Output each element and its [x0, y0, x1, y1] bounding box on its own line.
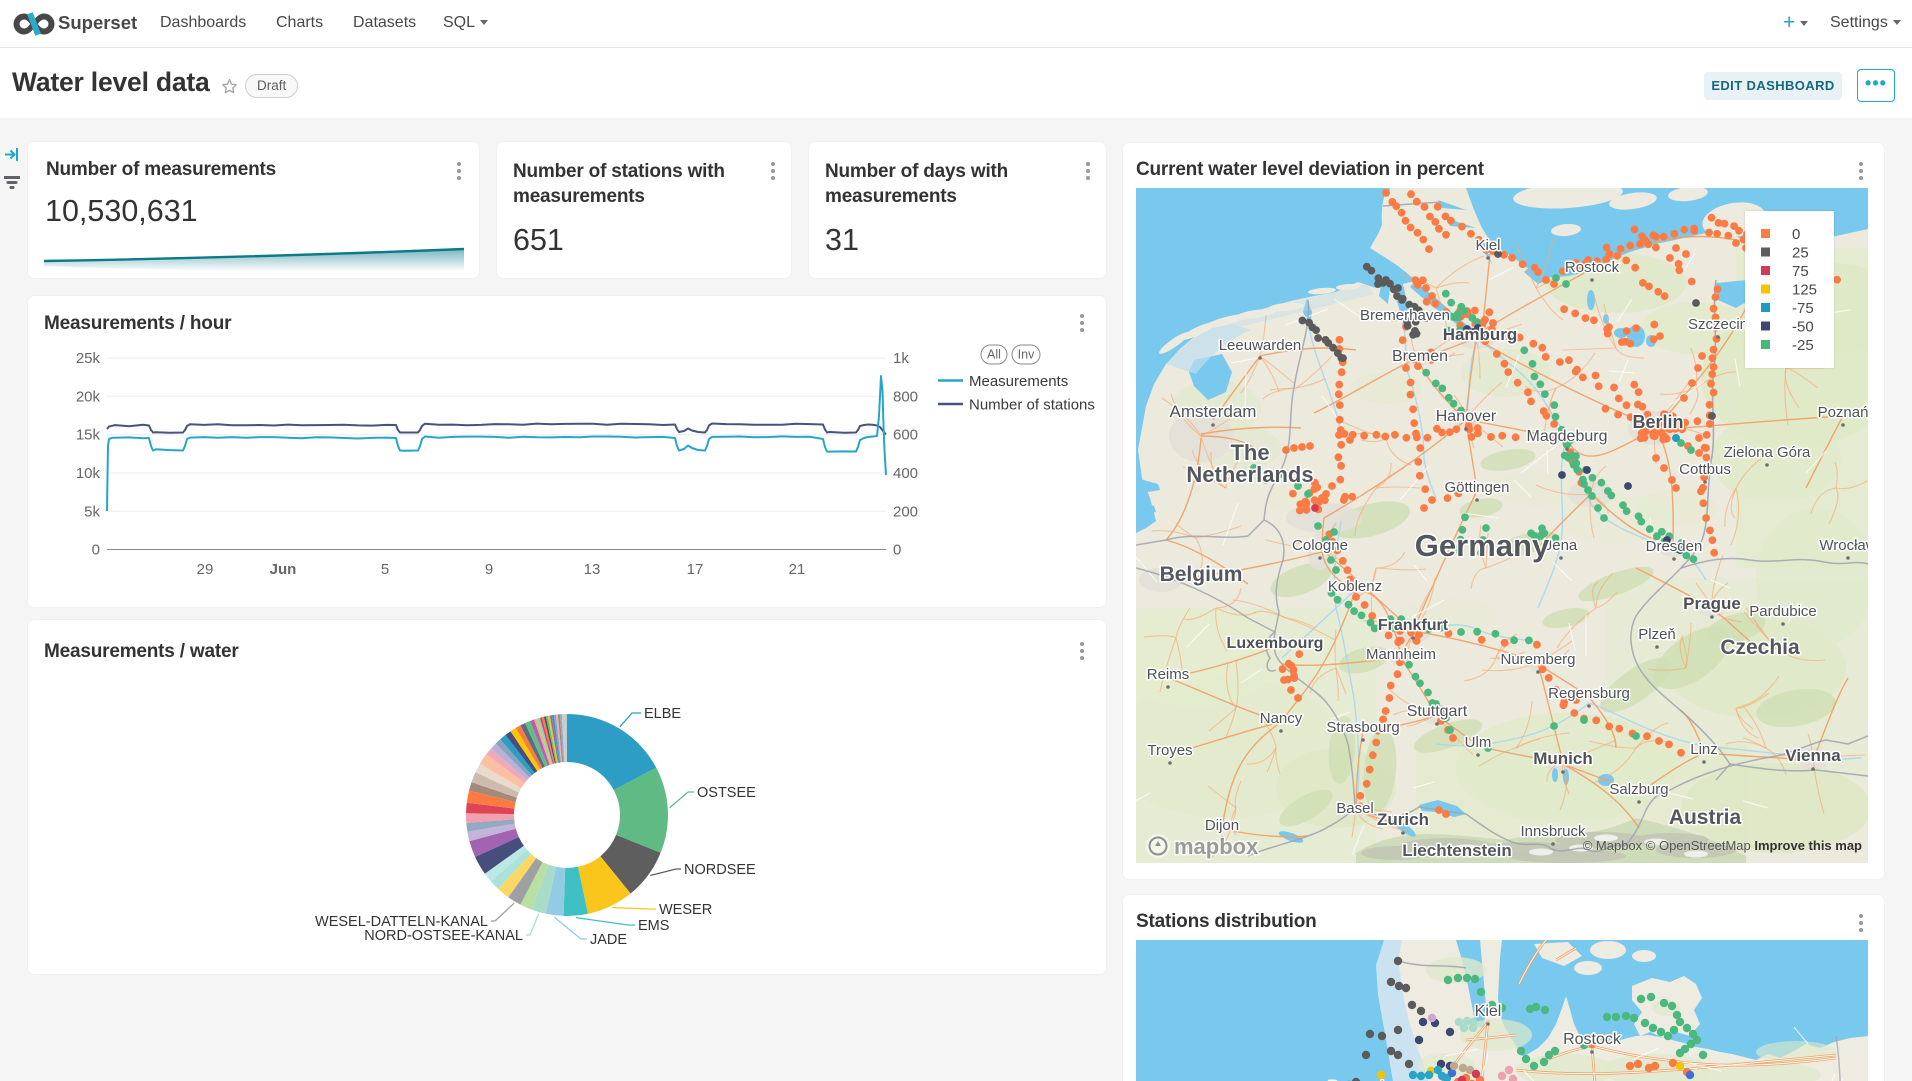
- svg-text:Basel: Basel: [1336, 800, 1374, 817]
- svg-text:Plzeň: Plzeň: [1638, 626, 1676, 643]
- svg-text:Magdeburg: Magdeburg: [1527, 428, 1608, 445]
- svg-text:NORDSEE: NORDSEE: [684, 862, 756, 878]
- svg-text:Jun: Jun: [270, 561, 297, 578]
- svg-text:600: 600: [893, 427, 918, 444]
- svg-text:Linz: Linz: [1690, 741, 1718, 758]
- svg-text:Stuttgart: Stuttgart: [1407, 703, 1468, 720]
- svg-text:WESER: WESER: [659, 902, 712, 918]
- svg-text:Cottbus: Cottbus: [1679, 461, 1731, 478]
- svg-text:Innsbruck: Innsbruck: [1520, 823, 1586, 840]
- svg-text:Bremerhaven: Bremerhaven: [1360, 307, 1450, 324]
- svg-text:Prague: Prague: [1683, 594, 1741, 613]
- svg-text:Nuremberg: Nuremberg: [1500, 651, 1575, 668]
- svg-text:125: 125: [1792, 282, 1817, 299]
- svg-text:JADE: JADE: [590, 932, 627, 948]
- svg-text:Berlin: Berlin: [1632, 412, 1683, 432]
- svg-text:1k: 1k: [893, 350, 909, 367]
- svg-text:Measurements: Measurements: [969, 373, 1068, 390]
- svg-text:0: 0: [893, 542, 901, 559]
- svg-text:Cologne: Cologne: [1292, 537, 1348, 554]
- svg-text:Frankfurt: Frankfurt: [1378, 617, 1449, 634]
- svg-text:Dresden: Dresden: [1646, 538, 1703, 555]
- svg-text:Poznań: Poznań: [1818, 404, 1868, 421]
- svg-text:75: 75: [1792, 263, 1809, 280]
- svg-text:5k: 5k: [84, 503, 100, 520]
- svg-text:ELBE: ELBE: [644, 706, 681, 722]
- svg-text:Luxembourg: Luxembourg: [1227, 635, 1324, 652]
- svg-text:Rostock: Rostock: [1563, 1031, 1622, 1048]
- svg-text:Rostock: Rostock: [1565, 259, 1620, 276]
- svg-text:25k: 25k: [76, 350, 101, 367]
- svg-text:400: 400: [893, 465, 918, 482]
- svg-text:Strasbourg: Strasbourg: [1326, 719, 1399, 736]
- svg-text:Kiel: Kiel: [1475, 237, 1500, 254]
- svg-text:Zielona Góra: Zielona Góra: [1724, 444, 1811, 461]
- svg-text:Göttingen: Göttingen: [1444, 479, 1509, 496]
- svg-text:20k: 20k: [76, 388, 101, 405]
- svg-text:Nancy: Nancy: [1260, 710, 1303, 727]
- svg-text:Number of stations: Number of stations: [969, 397, 1095, 414]
- svg-text:Jena: Jena: [1545, 537, 1578, 554]
- svg-text:29: 29: [197, 561, 214, 578]
- svg-text:All: All: [987, 348, 1001, 362]
- svg-text:5: 5: [381, 561, 389, 578]
- svg-text:21: 21: [789, 561, 806, 578]
- svg-text:Amsterdam: Amsterdam: [1170, 402, 1257, 421]
- svg-text:Wrocław: Wrocław: [1819, 537, 1868, 554]
- svg-text:Salzburg: Salzburg: [1609, 781, 1668, 798]
- svg-text:Netherlands: Netherlands: [1186, 462, 1313, 487]
- svg-text:Liechtenstein: Liechtenstein: [1402, 841, 1512, 860]
- svg-text:Koblenz: Koblenz: [1328, 578, 1382, 595]
- svg-text:Vienna: Vienna: [1785, 746, 1841, 765]
- svg-text:OSTSEE: OSTSEE: [697, 785, 756, 801]
- svg-text:Bremen: Bremen: [1392, 348, 1448, 365]
- svg-text:Czechia: Czechia: [1720, 636, 1800, 659]
- svg-text:Zurich: Zurich: [1377, 810, 1429, 829]
- svg-text:200: 200: [893, 503, 918, 520]
- svg-text:-50: -50: [1792, 319, 1814, 336]
- svg-text:Hanover: Hanover: [1436, 408, 1497, 425]
- svg-text:9: 9: [485, 561, 493, 578]
- svg-text:13: 13: [584, 561, 601, 578]
- svg-text:Germany: Germany: [1415, 528, 1550, 563]
- svg-text:Ulm: Ulm: [1465, 734, 1492, 751]
- svg-text:Regensburg: Regensburg: [1548, 685, 1630, 702]
- svg-text:25: 25: [1792, 245, 1809, 262]
- svg-text:Munich: Munich: [1533, 749, 1593, 768]
- svg-text:15k: 15k: [76, 427, 101, 444]
- svg-text:Reims: Reims: [1147, 666, 1190, 683]
- svg-text:800: 800: [893, 388, 918, 405]
- svg-text:NORD-OSTSEE-KANAL: NORD-OSTSEE-KANAL: [364, 928, 523, 944]
- svg-text:Leeuwarden: Leeuwarden: [1219, 337, 1302, 354]
- svg-text:mapbox: mapbox: [1174, 834, 1259, 859]
- svg-text:0: 0: [1792, 226, 1800, 243]
- svg-text:Pardubice: Pardubice: [1749, 603, 1817, 620]
- svg-text:EMS: EMS: [638, 918, 669, 934]
- svg-text:17: 17: [687, 561, 704, 578]
- svg-text:Dijon: Dijon: [1205, 817, 1239, 834]
- svg-text:WESEL-DATTELN-KANAL: WESEL-DATTELN-KANAL: [315, 914, 488, 930]
- svg-text:Kiel: Kiel: [1475, 1003, 1502, 1020]
- svg-text:Troyes: Troyes: [1147, 742, 1192, 759]
- svg-text:-75: -75: [1792, 300, 1814, 317]
- svg-text:10k: 10k: [76, 465, 101, 482]
- svg-text:Hamburg: Hamburg: [1443, 325, 1518, 344]
- svg-text:-25: -25: [1792, 337, 1814, 354]
- svg-text:Szczecin: Szczecin: [1688, 316, 1748, 333]
- svg-text:Mannheim: Mannheim: [1366, 646, 1436, 663]
- svg-text:Belgium: Belgium: [1160, 563, 1243, 586]
- svg-text:Austria: Austria: [1669, 806, 1742, 829]
- svg-text:0: 0: [92, 542, 100, 559]
- svg-text:Inv: Inv: [1018, 348, 1035, 362]
